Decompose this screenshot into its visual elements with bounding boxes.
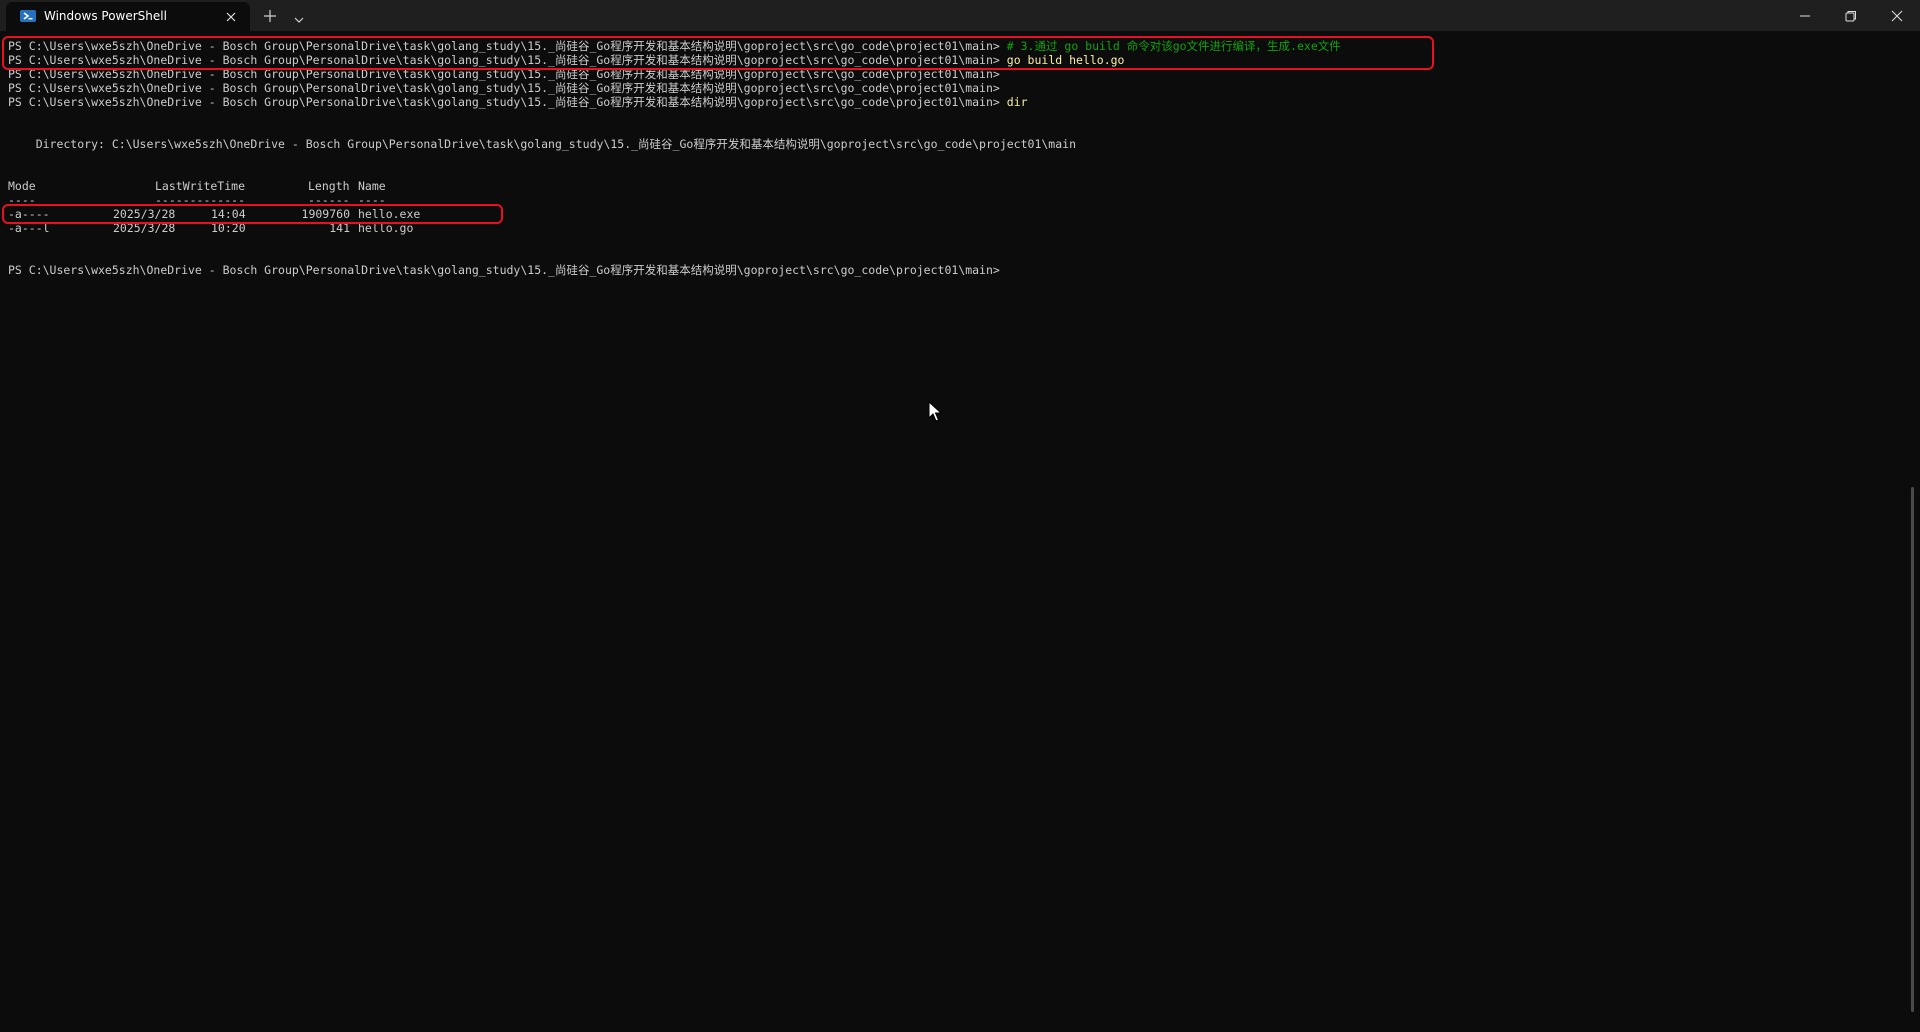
minimize-button[interactable] bbox=[1782, 0, 1828, 31]
header-length: Length bbox=[308, 179, 350, 193]
chevron-down-icon[interactable] bbox=[293, 10, 305, 23]
close-icon bbox=[1891, 10, 1903, 22]
restore-button[interactable] bbox=[1828, 0, 1874, 31]
new-tab-plus-icon[interactable] bbox=[263, 8, 277, 22]
prompt-text: PS C:\Users\wxe5szh\OneDrive - Bosch Gro… bbox=[8, 95, 1000, 109]
prompt-text: PS C:\Users\wxe5szh\OneDrive - Bosch Gro… bbox=[8, 263, 1000, 277]
minimize-icon bbox=[1800, 15, 1810, 17]
tab-windows-powershell[interactable]: Windows PowerShell bbox=[6, 2, 250, 31]
tab-title: Windows PowerShell bbox=[44, 9, 167, 23]
directory-line: Directory: C:\Users\wxe5szh\OneDrive - B… bbox=[8, 137, 1076, 151]
terminal-output[interactable]: PS C:\Users\wxe5szh\OneDrive - Bosch Gro… bbox=[0, 31, 1910, 1032]
close-window-button[interactable] bbox=[1874, 0, 1920, 31]
highlight-box bbox=[2, 204, 503, 224]
restore-icon bbox=[1845, 11, 1856, 22]
highlight-box bbox=[2, 36, 1434, 70]
header-last-write-time: LastWriteTime bbox=[155, 179, 246, 193]
header-mode: Mode bbox=[8, 179, 36, 193]
terminal-line: PS C:\Users\wxe5szh\OneDrive - Bosch Gro… bbox=[8, 263, 1000, 277]
title-bar: Windows PowerShell bbox=[0, 0, 1920, 31]
header-name: Name bbox=[358, 179, 386, 193]
mouse-pointer-icon bbox=[928, 400, 943, 423]
prompt-text: PS C:\Users\wxe5szh\OneDrive - Bosch Gro… bbox=[8, 81, 1000, 95]
powershell-window: Windows PowerShell PS C:\Users\wxe5szh\O… bbox=[0, 0, 1920, 1032]
scrollbar[interactable] bbox=[1911, 487, 1914, 1012]
command-text: dir bbox=[1006, 95, 1028, 109]
terminal-line: PS C:\Users\wxe5szh\OneDrive - Bosch Gro… bbox=[8, 95, 1028, 109]
close-tab-icon[interactable] bbox=[224, 9, 238, 23]
terminal-line: PS C:\Users\wxe5szh\OneDrive - Bosch Gro… bbox=[8, 81, 1000, 95]
powershell-icon bbox=[20, 8, 36, 24]
